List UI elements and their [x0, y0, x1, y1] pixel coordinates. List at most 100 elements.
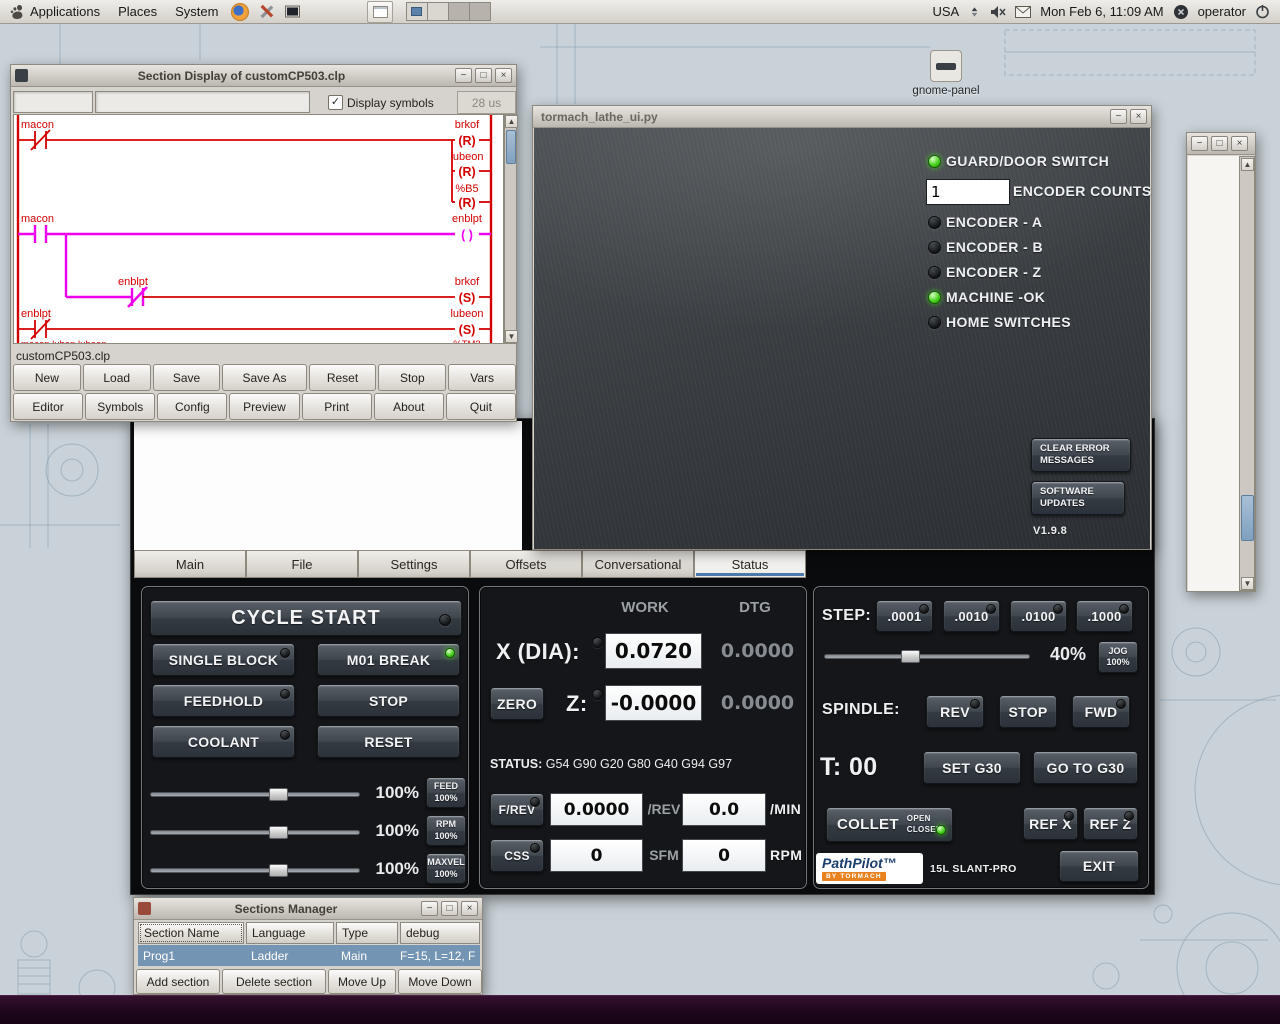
maxvel-override-reset-button[interactable]: MAXVEL 100% [426, 853, 466, 884]
encoder-counts-input[interactable] [926, 179, 1010, 205]
background-window-scrollbar[interactable]: ▲ ▼ [1239, 156, 1255, 591]
ref-x-button[interactable]: REF X [1023, 807, 1078, 840]
feed-override-slider[interactable] [150, 788, 360, 801]
ladder-scrollbar[interactable]: ▲ ▼ [504, 114, 518, 344]
tab-status[interactable]: Status [694, 550, 806, 578]
feed-btn-line2: 100% [434, 792, 458, 803]
section-combo[interactable] [13, 91, 93, 113]
print-button[interactable]: Print [301, 393, 372, 420]
maximize-icon[interactable]: □ [1211, 136, 1228, 151]
sections-manager-titlebar[interactable]: Sections Manager − □ × [134, 898, 482, 920]
goto-g30-button[interactable]: GO TO G30 [1033, 751, 1138, 784]
m01-break-button[interactable]: M01 BREAK [317, 643, 460, 676]
preview-button[interactable]: Preview [229, 393, 300, 420]
spindle-fwd-button[interactable]: FWD [1072, 695, 1130, 728]
clear-error-messages-button[interactable]: CLEAR ERROR MESSAGES [1031, 438, 1131, 472]
workspace-3[interactable] [448, 2, 471, 21]
maxvel-override-slider[interactable] [150, 864, 360, 877]
feed-per-rev-button[interactable]: F/REV [490, 793, 544, 826]
close-icon[interactable]: × [495, 68, 512, 83]
rpm-override-slider-handle[interactable] [269, 826, 288, 839]
workspace-4[interactable] [469, 2, 492, 21]
step-0010-button[interactable]: .0010 [943, 600, 1000, 632]
stop-button[interactable]: Stop [378, 364, 447, 391]
scroll-up-icon[interactable]: ▲ [1241, 158, 1254, 171]
desktop-icon-gnome-panel[interactable]: gnome-panel [906, 50, 986, 97]
scroll-down-icon[interactable]: ▼ [1241, 577, 1254, 590]
tab-file[interactable]: File [246, 550, 358, 578]
scroll-up-icon[interactable]: ▲ [505, 115, 518, 128]
reset-button[interactable]: Reset [308, 364, 377, 391]
tab-offsets[interactable]: Offsets [470, 550, 582, 578]
scroll-down-icon[interactable]: ▼ [505, 330, 518, 343]
rpm-override-reset-button[interactable]: RPM 100% [426, 815, 466, 846]
close-icon[interactable]: × [1130, 109, 1147, 124]
maxvel-override-slider-handle[interactable] [269, 864, 288, 877]
move-up-button[interactable]: Move Up [328, 969, 396, 994]
minimize-icon[interactable]: − [421, 901, 438, 916]
new-button[interactable]: New [13, 364, 81, 391]
section-row-prog1[interactable]: Prog1 Ladder Main F=15, L=12, F [138, 945, 480, 966]
tab-conversational[interactable]: Conversational [582, 550, 694, 578]
column-header-type[interactable]: Type [336, 922, 398, 944]
tab-main[interactable]: Main [134, 550, 246, 578]
about-button[interactable]: About [373, 393, 444, 420]
load-button[interactable]: Load [82, 364, 151, 391]
close-icon[interactable]: × [461, 901, 478, 916]
config-button[interactable]: Config [157, 393, 228, 420]
reset-button[interactable]: RESET [317, 725, 460, 758]
rpm-override-slider[interactable] [150, 826, 360, 839]
spindle-stop-button[interactable]: STOP [999, 695, 1057, 728]
column-header-section-name[interactable]: Section Name [138, 922, 244, 944]
display-symbols-checkbox[interactable] [328, 95, 343, 110]
section-display-titlebar[interactable]: Section Display of customCP503.clp − □ × [11, 65, 516, 87]
jog-reset-button[interactable]: JOG 100% [1098, 641, 1138, 673]
collet-button[interactable]: COLLET OPEN CLOSED [826, 807, 953, 842]
css-button[interactable]: CSS [490, 839, 544, 872]
coolant-button[interactable]: COOLANT [152, 725, 295, 758]
workspace-2[interactable] [427, 2, 450, 21]
maximize-icon[interactable]: □ [441, 901, 458, 916]
feed-override-reset-button[interactable]: FEED 100% [426, 777, 466, 808]
move-down-button[interactable]: Move Down [398, 969, 482, 994]
save-button[interactable]: Save [152, 364, 221, 391]
scrollbar-thumb[interactable] [506, 130, 516, 164]
tormach-window-titlebar[interactable]: tormach_lathe_ui.py − × [533, 106, 1151, 128]
save-as-button[interactable]: Save As [222, 364, 307, 391]
minimize-icon[interactable]: − [1191, 136, 1208, 151]
close-icon[interactable]: × [1231, 136, 1248, 151]
search-entry[interactable] [95, 91, 310, 113]
stop-button[interactable]: STOP [317, 684, 460, 717]
step-0100-button[interactable]: .0100 [1010, 600, 1067, 632]
delete-section-button[interactable]: Delete section [222, 969, 326, 994]
feed-override-slider-handle[interactable] [269, 788, 288, 801]
symbols-button[interactable]: Symbols [85, 393, 156, 420]
single-block-button[interactable]: SINGLE BLOCK [152, 643, 295, 676]
editor-button[interactable]: Editor [13, 393, 84, 420]
workspace-1[interactable] [406, 2, 429, 21]
minimize-icon[interactable]: − [1110, 109, 1127, 124]
set-g30-button[interactable]: SET G30 [923, 751, 1021, 784]
cycle-start-button[interactable]: CYCLE START [150, 600, 462, 636]
quit-button[interactable]: Quit [445, 393, 516, 420]
tab-settings[interactable]: Settings [358, 550, 470, 578]
vars-button[interactable]: Vars [448, 364, 517, 391]
add-section-button[interactable]: Add section [136, 969, 220, 994]
background-window-titlebar[interactable]: − □ × [1187, 133, 1255, 155]
step-1000-button[interactable]: .1000 [1076, 600, 1133, 632]
maximize-icon[interactable]: □ [475, 68, 492, 83]
scrollbar-thumb[interactable] [1241, 495, 1254, 541]
jog-speed-slider[interactable] [824, 650, 1030, 663]
ref-z-button[interactable]: REF Z [1083, 807, 1138, 840]
exit-button[interactable]: EXIT [1059, 850, 1139, 882]
spindle-rev-button[interactable]: REV [926, 695, 984, 728]
step-0001-button[interactable]: .0001 [876, 600, 933, 632]
minimize-icon[interactable]: − [455, 68, 472, 83]
column-header-debug[interactable]: debug [400, 922, 480, 944]
zero-button[interactable]: ZERO [490, 687, 544, 720]
software-updates-button[interactable]: SOFTWARE UPDATES [1031, 481, 1125, 515]
feedhold-button[interactable]: FEEDHOLD [152, 684, 295, 717]
column-header-language[interactable]: Language [246, 922, 334, 944]
window-title: Sections Manager [234, 901, 338, 916]
jog-speed-slider-handle[interactable] [901, 650, 920, 663]
